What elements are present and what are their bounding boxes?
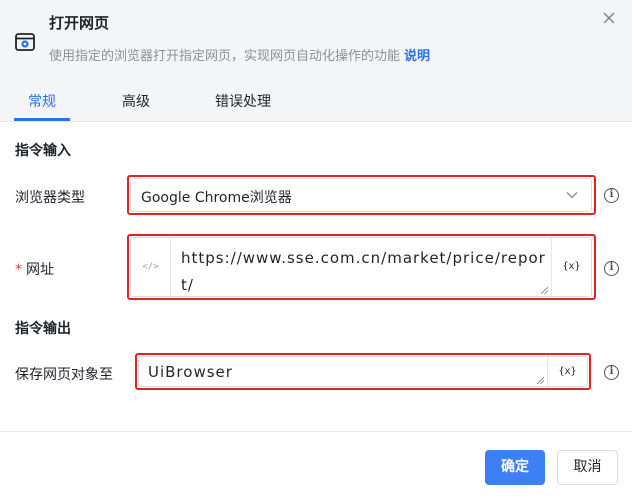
required-mark: * <box>15 262 22 278</box>
info-icon[interactable]: i <box>604 365 619 380</box>
divider <box>0 121 632 122</box>
help-link[interactable]: 说明 <box>404 49 430 64</box>
info-icon[interactable]: i <box>604 261 619 276</box>
cancel-button[interactable]: 取消 <box>557 450 618 485</box>
info-icon[interactable]: i <box>604 188 619 203</box>
dialog-title: 打开网页 <box>49 14 110 32</box>
resize-handle-icon[interactable] <box>541 287 548 294</box>
save-to-value[interactable]: UiBrowser <box>148 363 233 381</box>
url-input[interactable]: </> https://www.sse.com.cn/market/price/… <box>130 237 592 297</box>
url-label-text: 网址 <box>26 262 54 278</box>
input-section-title: 指令输入 <box>15 143 71 159</box>
output-section-title: 指令输出 <box>15 321 71 337</box>
dialog-header: 打开网页 使用指定的浏览器打开指定网页，实现网页自动化操作的功能 说明 常规 高级… <box>0 0 632 122</box>
save-to-input[interactable]: UiBrowser {x} <box>138 356 588 387</box>
browser-type-value: Google Chrome浏览器 <box>141 190 292 206</box>
insert-variable-button[interactable]: {x} <box>551 238 591 296</box>
save-to-label: 保存网页对象至 <box>15 367 113 383</box>
browser-icon <box>15 33 35 51</box>
browser-type-label: 浏览器类型 <box>15 190 85 206</box>
code-mode-toggle[interactable]: </> <box>131 238 171 296</box>
dialog-description: 使用指定的浏览器打开指定网页，实现网页自动化操作的功能 说明 <box>49 45 430 64</box>
close-icon[interactable] <box>601 10 617 26</box>
description-text: 使用指定的浏览器打开指定网页，实现网页自动化操作的功能 <box>49 49 401 64</box>
url-label: * 网址 <box>15 259 54 279</box>
resize-handle-icon[interactable] <box>537 377 544 384</box>
insert-variable-button[interactable]: {x} <box>547 357 587 386</box>
divider <box>0 431 632 432</box>
tab-advanced[interactable]: 高级 <box>122 91 150 111</box>
tab-bar: 常规 高级 错误处理 <box>0 80 632 122</box>
url-value[interactable]: https://www.sse.com.cn/market/price/repo… <box>181 245 546 299</box>
tab-error-handling[interactable]: 错误处理 <box>215 91 271 111</box>
confirm-button[interactable]: 确定 <box>485 450 545 485</box>
chevron-down-icon <box>566 192 578 199</box>
browser-type-select[interactable]: Google Chrome浏览器 <box>130 178 592 212</box>
tab-general[interactable]: 常规 <box>28 91 56 111</box>
